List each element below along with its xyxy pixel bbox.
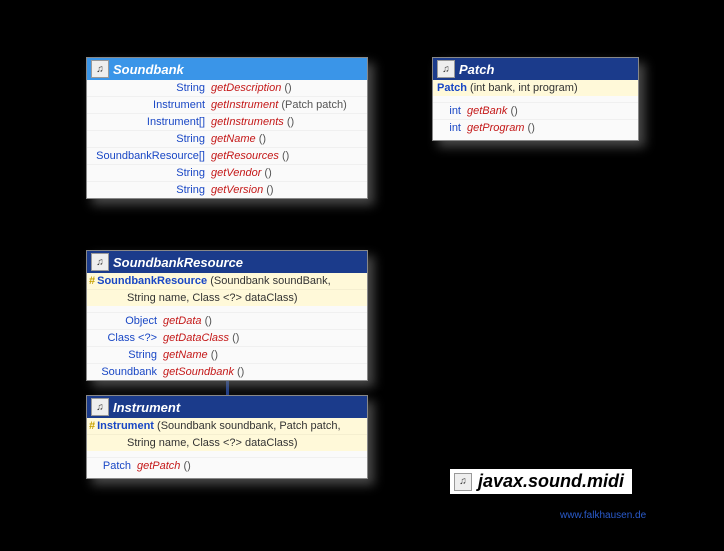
methods-section: intgetBank () intgetProgram () [433, 96, 638, 140]
class-patch: ♫ Patch Patch (int bank, int program) in… [432, 57, 639, 141]
package-text: javax.sound.midi [478, 471, 624, 492]
package-label: ♫ javax.sound.midi [450, 469, 632, 494]
class-title: ♫ Patch [433, 58, 638, 80]
class-soundbank: ♫ Soundbank StringgetDescription () Inst… [86, 57, 368, 199]
class-title: ♫ SoundbankResource [87, 251, 367, 273]
title-text: Soundbank [113, 62, 184, 77]
constructor-section: Patch (int bank, int program) [433, 80, 638, 96]
music-icon: ♫ [91, 60, 109, 78]
title-text: Instrument [113, 400, 180, 415]
footer-link[interactable]: www.falkhausen.de [560, 510, 646, 521]
class-instrument: ♫ Instrument #Instrument (Soundbank soun… [86, 395, 368, 479]
class-soundbankresource: ♫ SoundbankResource #SoundbankResource (… [86, 250, 368, 381]
class-title: ♫ Instrument [87, 396, 367, 418]
constructor-section: #Instrument (Soundbank soundbank, Patch … [87, 418, 367, 451]
music-icon: ♫ [437, 60, 455, 78]
music-icon: ♫ [91, 253, 109, 271]
class-title: ♫ Soundbank [87, 58, 367, 80]
title-text: Patch [459, 62, 494, 77]
constructor-section: #SoundbankResource (Soundbank soundBank,… [87, 273, 367, 306]
music-icon: ♫ [91, 398, 109, 416]
title-text: SoundbankResource [113, 255, 243, 270]
methods-section: PatchgetPatch () [87, 451, 367, 478]
music-icon: ♫ [454, 473, 472, 491]
methods-section: StringgetDescription () InstrumentgetIns… [87, 80, 367, 198]
methods-section: ObjectgetData () Class <?>getDataClass (… [87, 306, 367, 380]
